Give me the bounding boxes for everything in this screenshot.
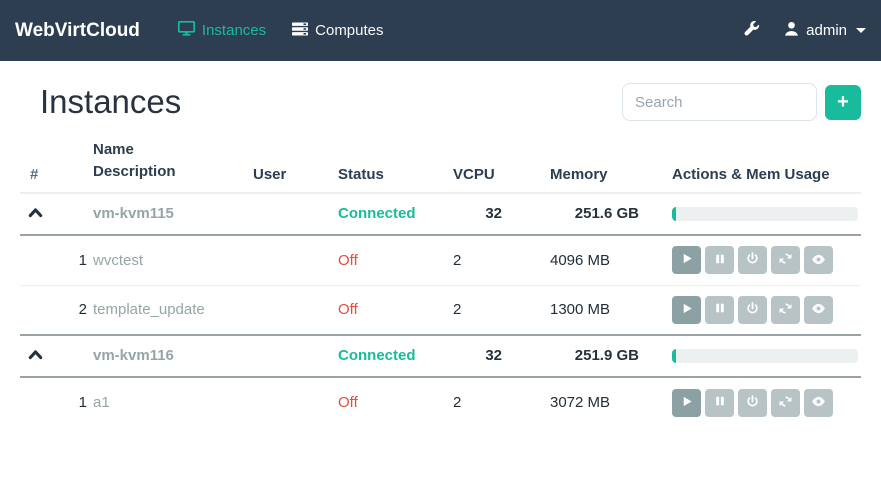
col-header-name-line1: Name [93,139,253,161]
mem-usage-fill [672,349,676,363]
col-header-name-line2: Description [93,161,253,183]
mem-usage-bar [672,207,858,221]
username-label: admin [806,22,847,39]
eye-button[interactable] [804,246,833,274]
refresh-icon [779,302,792,318]
instance-name-link[interactable]: a1 [93,394,110,411]
refresh-button[interactable] [771,389,800,417]
memory-value: 4096 MB [550,252,610,269]
row-index: 2 [20,301,93,318]
wrench-icon [743,21,760,41]
power-button[interactable] [738,296,767,324]
pause-icon [714,395,726,410]
play-icon [680,302,693,318]
col-header-status: Status [338,166,453,183]
vcpu-value: 2 [453,252,461,269]
desktop-icon [178,21,195,40]
status-badge: Connected [338,205,416,222]
vcpu-value: 2 [453,394,461,411]
table-header-row: # Name Description User Status VCPU Memo… [20,139,861,194]
refresh-button[interactable] [771,246,800,274]
host-name-link[interactable]: vm-kvm115 [93,205,174,222]
instances-table: # Name Description User Status VCPU Memo… [20,139,861,428]
status-badge: Off [338,252,358,269]
search-input[interactable] [622,83,817,121]
user-dropdown[interactable]: admin [784,21,866,40]
table-row-host: vm-kvm115 Connected 32 251.6 GB [20,194,861,236]
collapse-chevron-button[interactable] [20,348,43,363]
vcpu-value: 32 [453,347,550,364]
action-button-group [672,389,861,417]
nav-item-instances[interactable]: Instances [178,21,266,40]
user-icon [784,21,799,40]
pause-button[interactable] [705,246,734,274]
action-button-group [672,246,861,274]
host-name-link[interactable]: vm-kvm116 [93,347,174,364]
power-button[interactable] [738,246,767,274]
eye-button[interactable] [804,296,833,324]
play-icon [680,395,693,411]
nav-item-label: Instances [202,22,266,39]
refresh-button[interactable] [771,296,800,324]
power-button[interactable] [738,389,767,417]
play-button[interactable] [672,246,701,274]
chevron-down-icon [856,28,866,33]
instance-name-link[interactable]: template_update [93,301,205,318]
eye-icon [811,253,826,268]
chevron-up-icon [28,206,43,221]
memory-value: 3072 MB [550,394,610,411]
col-header-vcpu: VCPU [453,166,550,183]
status-badge: Off [338,301,358,318]
play-button[interactable] [672,296,701,324]
chevron-up-icon [28,348,43,363]
col-header-user: User [253,166,338,183]
refresh-icon [779,252,792,268]
collapse-chevron-button[interactable] [20,206,43,221]
top-navbar: WebVirtCloud Instances Computes [0,0,881,61]
play-icon [680,252,693,268]
power-icon [746,302,759,318]
col-header-index: # [20,166,93,183]
table-row-guest: 1 a1 Off 2 3072 MB [20,378,861,428]
power-icon [746,252,759,268]
nav-item-label: Computes [315,22,383,39]
brand-logo[interactable]: WebVirtCloud [15,20,140,42]
pause-icon [714,253,726,268]
page-title: Instances [40,83,181,121]
pause-icon [714,302,726,317]
table-row-guest: 2 template_update Off 2 1300 MB [20,286,861,336]
play-button[interactable] [672,389,701,417]
eye-icon [811,302,826,317]
nav-item-computes[interactable]: Computes [292,22,383,40]
row-index: 1 [20,394,93,411]
pause-button[interactable] [705,296,734,324]
add-instance-button[interactable]: + [825,85,861,120]
eye-icon [811,395,826,410]
row-index: 1 [20,252,93,269]
memory-value: 1300 MB [550,301,610,318]
server-icon [292,22,308,40]
col-header-memory: Memory [550,166,672,183]
action-button-group [672,296,861,324]
memory-value: 251.9 GB [550,347,672,364]
memory-value: 251.6 GB [550,205,672,222]
instance-name-link[interactable]: wvctest [93,252,143,269]
pause-button[interactable] [705,389,734,417]
mem-usage-bar [672,349,858,363]
vcpu-value: 32 [453,205,550,222]
settings-wrench-button[interactable] [743,21,760,41]
refresh-icon [779,395,792,411]
table-row-host: vm-kvm116 Connected 32 251.9 GB [20,336,861,378]
col-header-name: Name Description [93,139,253,183]
table-row-guest: 1 wvctest Off 2 4096 MB [20,236,861,286]
col-header-actions: Actions & Mem Usage [672,166,861,183]
status-badge: Connected [338,347,416,364]
status-badge: Off [338,394,358,411]
vcpu-value: 2 [453,301,461,318]
power-icon [746,395,759,411]
eye-button[interactable] [804,389,833,417]
mem-usage-fill [672,207,676,221]
